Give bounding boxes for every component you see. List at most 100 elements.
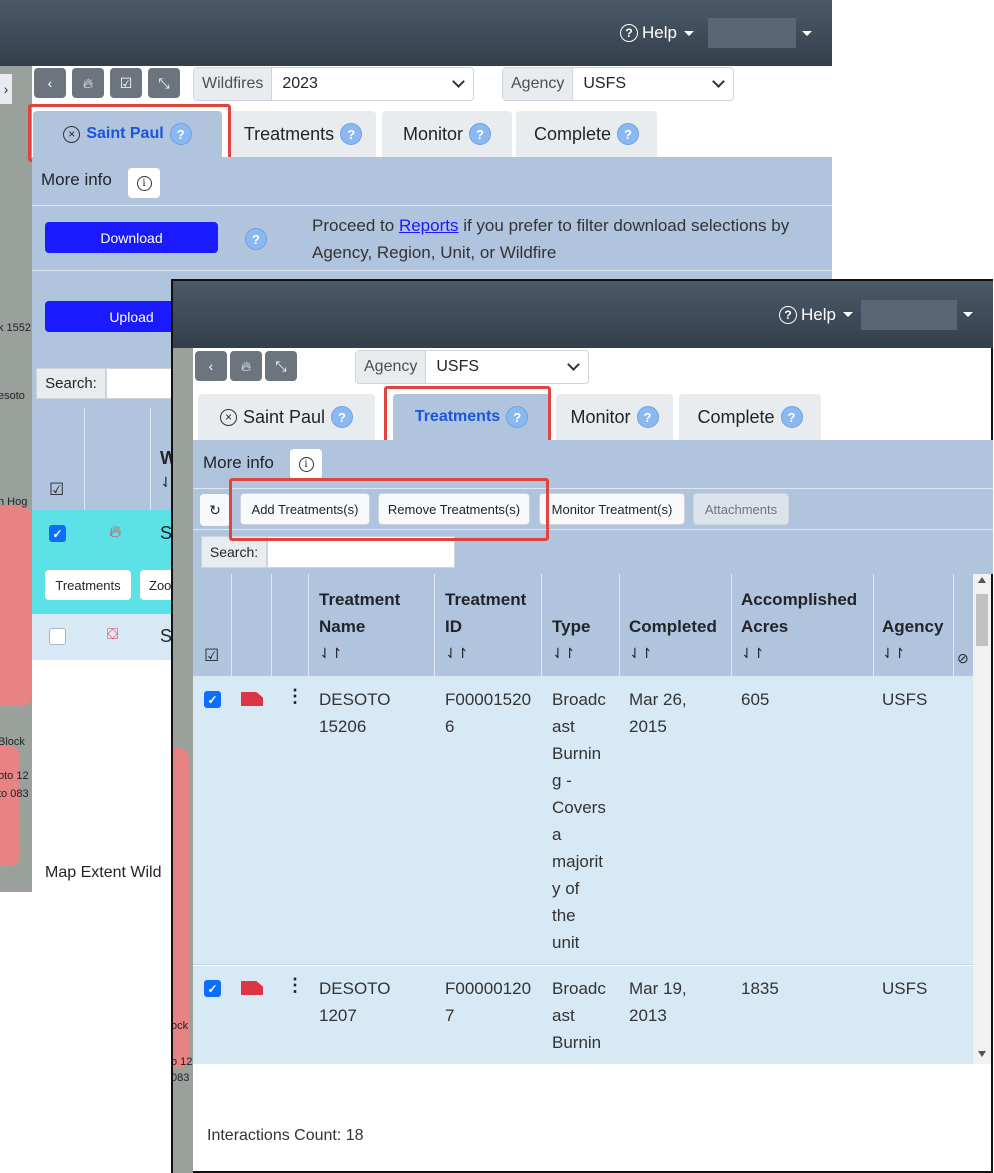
column-type[interactable]: Type ⇃↾: [552, 613, 590, 667]
refresh-button[interactable]: ↻: [200, 494, 230, 526]
help-menu[interactable]: ? Help: [620, 23, 694, 43]
row-checkbox[interactable]: ✓: [49, 525, 66, 542]
wildfire-button[interactable]: 🔥︎: [230, 351, 262, 381]
flag-icon: [241, 692, 263, 706]
row-checkbox[interactable]: ✓: [204, 980, 221, 997]
chevron-left-icon: ‹: [47, 75, 53, 91]
user-menu[interactable]: [861, 299, 957, 330]
header-line: Type: [552, 617, 591, 636]
row-checkbox[interactable]: [49, 628, 66, 645]
user-caret-icon[interactable]: [963, 312, 973, 317]
column-accomplished-acres[interactable]: Accomplished Acres ⇃↾: [741, 586, 857, 667]
column-agency[interactable]: Agency ⇃↾: [882, 613, 943, 667]
back-button[interactable]: ‹: [34, 68, 66, 98]
help-label: Help: [801, 304, 836, 324]
info-button[interactable]: i: [128, 168, 160, 198]
chevron-right-icon[interactable]: ›: [0, 74, 12, 104]
kebab-menu-icon[interactable]: ⋮: [286, 975, 304, 996]
tab-treatments[interactable]: Treatments ?: [230, 111, 376, 157]
cell-line: 2015: [629, 717, 667, 736]
table-row[interactable]: ⛋ S: [32, 614, 172, 660]
cell-line: DESOTO: [319, 979, 391, 998]
collapse-button[interactable]: ⤡: [148, 68, 180, 98]
sort-icon[interactable]: ⇃↾: [741, 640, 857, 667]
sort-icon[interactable]: ⇃↾: [552, 640, 590, 667]
help-badge-icon[interactable]: ?: [245, 228, 267, 250]
search-input[interactable]: [106, 368, 172, 399]
column-treatment-id[interactable]: Treatment ID ⇃↾: [445, 586, 526, 667]
sort-icon[interactable]: ⇃↾: [629, 640, 717, 667]
table-row[interactable]: ✓ ⋮ DESOTO 15206 F00001520 6 Broadc ast …: [193, 676, 973, 965]
tab-label: Saint Paul: [242, 406, 326, 427]
close-circle-icon[interactable]: ×: [219, 408, 237, 426]
help-badge-icon[interactable]: ?: [331, 406, 354, 428]
tab-monitor[interactable]: Monitor ?: [382, 111, 512, 157]
agency-label: Agency: [503, 68, 574, 100]
chevron-down-icon: [452, 75, 465, 88]
tab-complete[interactable]: Complete ?: [679, 394, 821, 440]
wildfire-button[interactable]: 🔥︎: [72, 68, 104, 98]
kebab-menu-icon[interactable]: ⋮: [286, 686, 304, 707]
tab-complete[interactable]: Complete ?: [516, 111, 657, 157]
cell-line: Broadc: [552, 690, 606, 709]
more-info-label: More info: [203, 453, 274, 472]
flame-icon: 🔥︎: [240, 357, 252, 374]
table-header: ☑ Treatment Name ⇃↾ Treatment ID ⇃↾ Type…: [193, 574, 973, 676]
scroll-down-icon[interactable]: [978, 1051, 986, 1057]
cell-line: Covers: [552, 798, 606, 817]
help-badge-icon[interactable]: ?: [780, 406, 803, 428]
tab-label: Complete: [533, 123, 612, 144]
map-strip[interactable]: ock o 12 083: [173, 348, 193, 1173]
scroll-thumb[interactable]: [976, 594, 988, 646]
table-scrollbar[interactable]: [973, 574, 991, 1064]
reports-link[interactable]: Reports: [399, 216, 459, 235]
table-row[interactable]: ✓ 🔥︎ Si: [32, 510, 176, 558]
sort-icon[interactable]: ⇃↾: [319, 640, 400, 667]
column-completed[interactable]: Completed ⇃↾: [629, 613, 717, 667]
scroll-up-icon[interactable]: [978, 577, 986, 583]
map-label: h Hog: [0, 496, 28, 508]
table-row[interactable]: ✓ ⋮ DESOTO 1207 F00000120 7 Broadc ast B…: [193, 966, 973, 1064]
tab-monitor[interactable]: Monitor ?: [556, 394, 673, 440]
toolbar: ‹ 🔥︎ ☑ ⤡: [34, 68, 180, 98]
download-button[interactable]: Download: [45, 222, 218, 253]
agency-select[interactable]: Agency USFS: [502, 67, 734, 101]
agency-select[interactable]: Agency USFS: [355, 350, 589, 384]
row-checkbox[interactable]: ✓: [204, 691, 221, 708]
cell-treatment-id: F00000120 7: [445, 975, 531, 1029]
monitor-treatments-button[interactable]: Monitor Treatment(s): [539, 493, 685, 525]
help-badge-icon[interactable]: ?: [469, 123, 492, 145]
interactions-count: Interactions Count: 18: [207, 1127, 364, 1144]
cell-line: Burnin: [552, 744, 602, 763]
sort-icon[interactable]: ⇃↾: [445, 640, 526, 667]
back-button[interactable]: ‹: [195, 351, 227, 381]
collapse-button[interactable]: ⤡: [265, 351, 297, 381]
select-all-icon[interactable]: ☑: [204, 646, 219, 666]
info-icon: i: [298, 456, 314, 472]
paperclip-icon[interactable]: ⊘: [957, 650, 969, 667]
tab-saint-paul[interactable]: × Saint Paul ?: [198, 394, 375, 440]
column-treatment-name[interactable]: Treatment Name ⇃↾: [319, 586, 400, 667]
map-label: oto 12: [0, 770, 29, 782]
help-badge-icon[interactable]: ?: [340, 123, 363, 145]
sort-icon[interactable]: ⇃↾: [882, 640, 943, 667]
help-badge-icon[interactable]: ?: [636, 406, 659, 428]
cell-line: 15206: [319, 717, 367, 736]
cell-line: y of: [552, 879, 580, 898]
cell-line: a: [552, 825, 562, 844]
help-badge-icon[interactable]: ?: [617, 123, 640, 145]
wildfires-select[interactable]: Wildfires 2023: [193, 67, 474, 101]
user-caret-icon[interactable]: [802, 30, 812, 36]
header-line: Accomplished: [741, 590, 858, 609]
info-button[interactable]: i: [290, 449, 322, 479]
proceed-text-1: Proceed to: [312, 216, 399, 235]
treatments-button[interactable]: Treatments: [45, 570, 131, 600]
map-strip[interactable]: k 1552 esoto h Hog Block oto 12 to 083 ›: [0, 66, 32, 892]
header-line: Agency: [882, 617, 944, 636]
user-menu[interactable]: [708, 18, 796, 48]
select-button[interactable]: ☑: [110, 68, 142, 98]
cell-line: majorit: [552, 852, 604, 871]
help-menu[interactable]: ? Help: [779, 305, 853, 325]
select-all-icon[interactable]: ☑: [49, 480, 64, 500]
attachments-button[interactable]: Attachments: [693, 493, 789, 525]
